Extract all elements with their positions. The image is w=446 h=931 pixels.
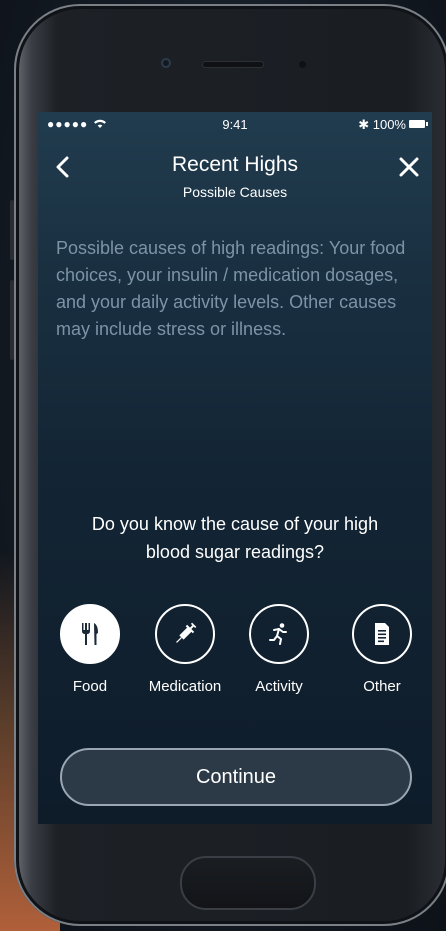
medication-option-circle[interactable]	[155, 604, 215, 664]
app-screen: ●●●●● 9:41 ✱ 100% Recent Highs Possible …	[38, 112, 432, 824]
cause-options: Food Medication Activity Other	[38, 604, 432, 704]
option-label-medication: Medication	[148, 678, 222, 695]
earpiece-speaker	[203, 62, 263, 67]
option-medication[interactable]: Medication	[140, 604, 230, 695]
other-option-circle[interactable]	[352, 604, 412, 664]
syringe-icon	[176, 622, 197, 643]
option-other[interactable]: Other	[337, 604, 427, 695]
option-label-activity: Activity	[255, 678, 303, 695]
activity-option-circle[interactable]	[249, 604, 309, 664]
front-camera	[161, 58, 171, 68]
page-title: Recent Highs	[171, 153, 299, 176]
battery-icon	[409, 120, 428, 128]
option-activity[interactable]: Activity	[234, 604, 324, 695]
proximity-sensor	[299, 61, 306, 68]
option-food[interactable]: Food	[45, 604, 135, 695]
option-label-food: Food	[72, 678, 108, 695]
continue-button[interactable]: Continue	[60, 748, 412, 806]
close-icon	[399, 157, 419, 177]
home-button[interactable]	[180, 856, 316, 910]
option-label-other: Other	[363, 678, 401, 695]
document-icon	[375, 623, 389, 645]
page-subtitle: Possible Causes	[182, 184, 288, 200]
volume-button	[10, 280, 14, 360]
cause-question: Do you know the cause of your high blood…	[91, 514, 379, 562]
status-bar: ●●●●● 9:41 ✱ 100%	[38, 112, 432, 134]
food-option-circle[interactable]	[60, 604, 120, 664]
running-icon	[269, 623, 287, 645]
causes-description: Possible causes of high readings: Your f…	[56, 238, 406, 339]
close-button[interactable]	[396, 152, 422, 182]
mute-switch	[10, 200, 14, 260]
fork-knife-icon	[82, 623, 98, 645]
battery-percentage: ✱ 100%	[358, 117, 406, 132]
